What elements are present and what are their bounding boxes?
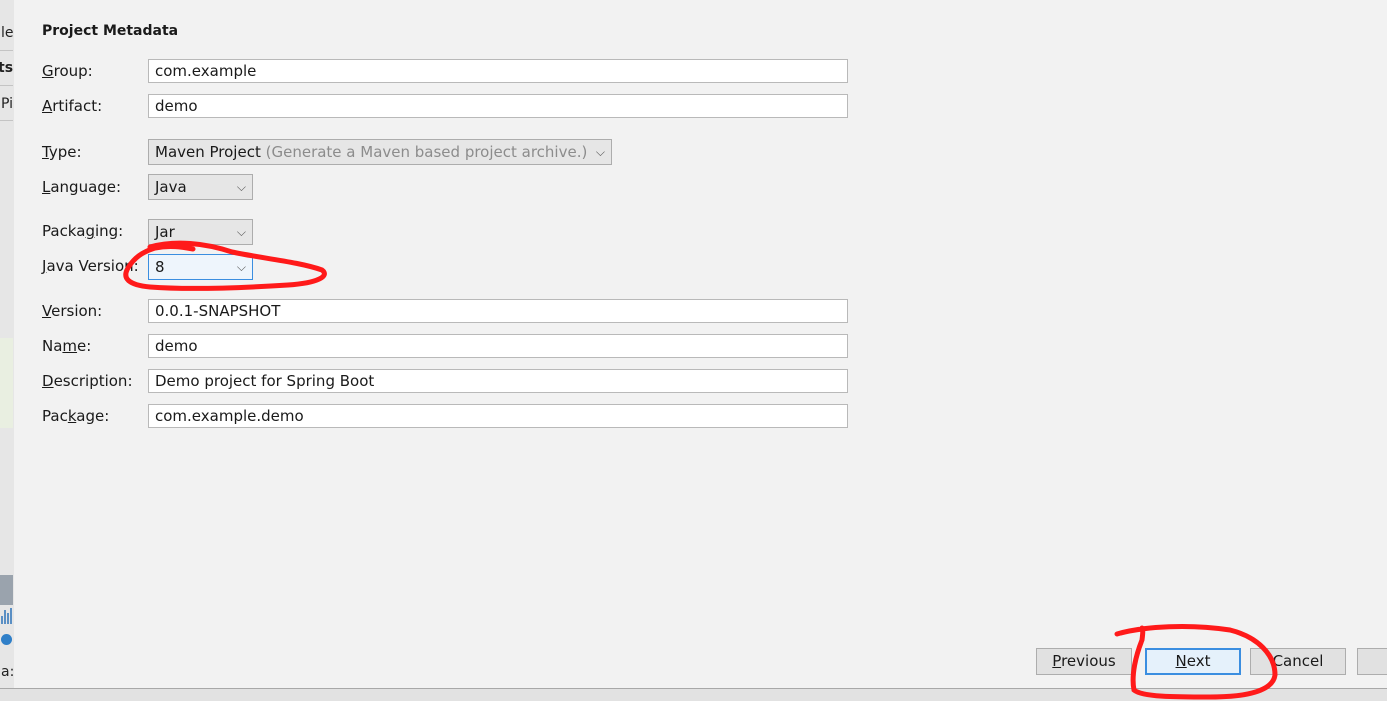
background-divider [0, 120, 13, 121]
background-window-strip: le tsp Pi a: [0, 0, 15, 700]
package-label: Package: [42, 407, 110, 425]
package-field[interactable] [148, 404, 848, 428]
group-field[interactable] [148, 59, 848, 83]
background-text-fragment: Pi [1, 96, 14, 112]
java-version-select-value: 8 [155, 258, 165, 276]
background-text-fragment: le [1, 25, 14, 41]
version-field[interactable] [148, 299, 848, 323]
background-toolbar [0, 575, 13, 605]
chevron-down-icon: ⌵ [236, 180, 246, 194]
language-select-value: Java [155, 178, 187, 196]
packaging-select-value: Jar [155, 223, 175, 241]
type-label: Type: [42, 143, 82, 161]
section-title: Project Metadata [42, 23, 179, 39]
java-version-label: Java Version: [42, 257, 139, 275]
chevron-down-icon: ⌵ [595, 145, 605, 159]
description-field[interactable] [148, 369, 848, 393]
chevron-down-icon: ⌵ [236, 260, 246, 274]
group-label: Group: [42, 62, 93, 80]
dialog-bottom-edge [0, 688, 1387, 701]
clock-icon [1, 634, 12, 645]
packaging-select[interactable]: Jar ⌵ [148, 219, 253, 245]
description-label: Description: [42, 372, 133, 390]
background-text-fragment: a: [1, 664, 15, 680]
language-label: Language: [42, 178, 122, 196]
cancel-button[interactable]: Cancel [1250, 648, 1346, 675]
previous-button[interactable]: Previous [1036, 648, 1132, 675]
type-select-hint: (Generate a Maven based project archive.… [265, 143, 588, 161]
language-select[interactable]: Java ⌵ [148, 174, 253, 200]
next-button[interactable]: Next [1145, 648, 1241, 675]
type-select-value: Maven Project [155, 143, 261, 161]
chart-icon [0, 606, 13, 624]
background-panel [0, 338, 13, 428]
help-button[interactable] [1357, 648, 1387, 675]
name-label: Name: [42, 337, 92, 355]
artifact-field[interactable] [148, 94, 848, 118]
type-select[interactable]: Maven Project (Generate a Maven based pr… [148, 139, 612, 165]
background-divider [0, 50, 13, 51]
version-label: Version: [42, 302, 103, 320]
background-divider [0, 85, 13, 86]
name-field[interactable] [148, 334, 848, 358]
packaging-label: Packaging: [42, 222, 124, 240]
chevron-down-icon: ⌵ [236, 225, 246, 239]
java-version-select[interactable]: 8 ⌵ [148, 254, 253, 280]
new-project-dialog: Project Metadata Group: Artifact: Type: … [14, 0, 1387, 688]
artifact-label: Artifact: [42, 97, 103, 115]
background-text-fragment: tsp [0, 60, 14, 76]
